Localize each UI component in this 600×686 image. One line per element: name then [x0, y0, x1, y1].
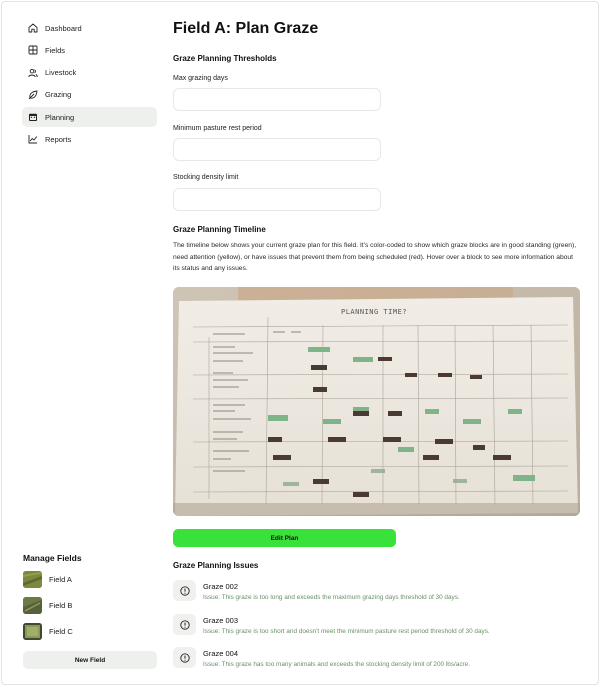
field-list-item-c[interactable]: Field C	[23, 623, 73, 640]
app-window: Dashboard Fields Livestock Grazing Plann…	[1, 1, 599, 685]
sidebar-nav: Dashboard Fields Livestock Grazing Plann…	[22, 18, 157, 152]
sidebar-item-grazing[interactable]: Grazing	[22, 85, 157, 105]
page-title: Field A: Plan Graze	[173, 20, 319, 37]
issue-description: Issue: This graze has too many animals a…	[203, 661, 471, 668]
timeline-image-heading: PLANNING TIME?	[341, 308, 407, 316]
field-label: Field C	[49, 627, 73, 636]
leaf-icon	[28, 90, 38, 100]
info-icon	[173, 647, 196, 668]
sidebar-item-label: Reports	[45, 134, 72, 144]
field-label: Field B	[49, 601, 73, 610]
stocking-density-input[interactable]	[173, 188, 381, 211]
field-thumbnail	[23, 597, 42, 614]
calendar-icon	[28, 112, 38, 122]
sidebar-item-reports[interactable]: Reports	[22, 129, 157, 149]
min-rest-period-label: Minimum pasture rest period	[173, 125, 262, 132]
field-list-item-b[interactable]: Field B	[23, 597, 72, 614]
issue-title: Graze 004	[203, 649, 239, 658]
issue-item[interactable]: Graze 004 Issue: This graze has too many…	[173, 647, 470, 668]
sidebar-item-planning[interactable]: Planning	[22, 107, 157, 128]
max-grazing-days-label: Max grazing days	[173, 75, 228, 82]
sidebar-item-dashboard[interactable]: Dashboard	[22, 18, 157, 38]
users-icon	[28, 68, 38, 78]
issue-item[interactable]: Graze 003 Issue: This graze is too short…	[173, 614, 490, 635]
field-label: Field A	[49, 575, 72, 584]
thresholds-section-title: Graze Planning Thresholds	[173, 54, 277, 63]
sidebar-item-label: Dashboard	[45, 23, 82, 33]
issue-title: Graze 003	[203, 616, 239, 625]
sidebar-item-label: Fields	[45, 45, 66, 55]
issue-description: Issue: This graze is too short and doesn…	[203, 628, 490, 635]
edit-plan-button[interactable]: Edit Plan	[173, 529, 396, 547]
field-list-item-a[interactable]: Field A	[23, 571, 72, 588]
sidebar: Dashboard Fields Livestock Grazing Plann…	[2, 2, 167, 684]
issue-description: Issue: This graze is too long and exceed…	[203, 594, 460, 601]
info-icon	[173, 614, 196, 635]
manage-fields-title: Manage Fields	[23, 553, 82, 563]
stocking-density-label: Stocking density limit	[173, 174, 239, 181]
issue-item[interactable]: Graze 002 Issue: This graze is too long …	[173, 580, 460, 601]
issues-section-title: Graze Planning Issues	[173, 561, 259, 570]
new-field-button[interactable]: New Field	[23, 651, 157, 669]
timeline-section-title: Graze Planning Timeline	[173, 225, 266, 234]
sidebar-item-fields[interactable]: Fields	[22, 40, 157, 60]
min-rest-period-input[interactable]	[173, 138, 381, 161]
home-icon	[28, 23, 38, 33]
sidebar-item-label: Planning	[45, 112, 75, 122]
sidebar-item-label: Livestock	[45, 68, 77, 78]
chart-line-icon	[28, 134, 38, 144]
sidebar-item-livestock[interactable]: Livestock	[22, 63, 157, 83]
field-thumbnail	[23, 571, 42, 588]
info-icon	[173, 580, 196, 601]
timeline-description: The timeline below shows your current gr…	[173, 242, 577, 272]
max-grazing-days-input[interactable]	[173, 88, 381, 111]
sidebar-item-label: Grazing	[45, 90, 72, 100]
timeline-image: PLANNING TIME?	[173, 287, 580, 516]
field-thumbnail	[23, 623, 42, 640]
issue-title: Graze 002	[203, 582, 239, 591]
grid-icon	[28, 45, 38, 55]
